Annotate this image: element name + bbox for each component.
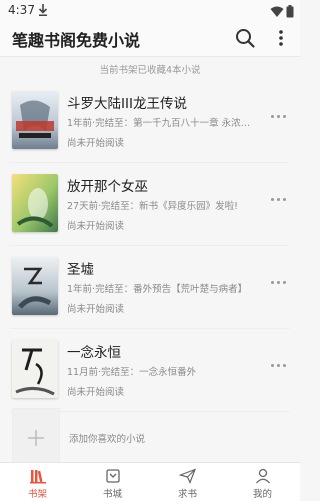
book-title: 一念永恒 (67, 345, 121, 361)
book-cover (12, 340, 58, 398)
nav-bookshelf[interactable]: 书架 (0, 463, 75, 501)
profile-icon (254, 468, 272, 484)
nav-label: 求书 (177, 489, 197, 500)
more-horizontal-icon[interactable] (268, 276, 288, 288)
book-update-info: 11月前·完结至：一念永恒番外 (67, 367, 197, 378)
book-item[interactable]: 一念永恒 11月前·完结至：一念永恒番外 尚未开始阅读 (10, 329, 290, 412)
search-icon[interactable] (234, 27, 256, 49)
add-book-label: 添加你喜欢的小说 (69, 434, 146, 445)
bookshelf-icon (29, 468, 47, 484)
nav-label: 书城 (102, 489, 122, 500)
send-icon (178, 468, 197, 485)
book-list: 斗罗大陆III龙王传说 1年前·完结至：第一千九百八十一章 永浓… 尚未开始阅读… (0, 80, 300, 412)
book-cover (12, 91, 58, 149)
nav-label: 书架 (27, 489, 47, 500)
book-cover (12, 257, 58, 315)
reading-status: 尚未开始阅读 (67, 138, 125, 149)
book-cover (12, 174, 58, 232)
nav-bookstore[interactable]: 书城 (75, 463, 150, 501)
reading-status: 尚未开始阅读 (67, 387, 125, 398)
book-title: 斗罗大陆III龙王传说 (67, 96, 187, 112)
book-item[interactable]: 斗罗大陆III龙王传说 1年前·完结至：第一千九百八十一章 永浓… 尚未开始阅读 (10, 80, 290, 163)
nav-profile[interactable]: 我的 (225, 463, 300, 501)
nav-label: 我的 (252, 489, 272, 500)
reading-status: 尚未开始阅读 (67, 304, 125, 315)
reading-status: 尚未开始阅读 (67, 221, 125, 232)
book-update-info: 1年前·完结至：番外预告【荒叶楚与病者】 (67, 284, 248, 295)
bookshelf-count-notice: 当前书架已收藏4本小说 (99, 65, 201, 76)
status-time: 4:37 (8, 3, 35, 17)
book-update-info: 1年前·完结至：第一千九百八十一章 永浓… (67, 118, 251, 129)
book-item[interactable]: 圣墟 1年前·完结至：番外预告【荒叶楚与病者】 尚未开始阅读 (10, 246, 290, 329)
book-update-info: 27天前·完结至：新书《异度乐园》发啦! (67, 201, 238, 212)
more-horizontal-icon[interactable] (268, 193, 288, 205)
book-title: 放开那个女巫 (67, 179, 148, 195)
book-item[interactable]: 放开那个女巫 27天前·完结至：新书《异度乐园》发啦! 尚未开始阅读 (10, 163, 290, 246)
status-bar: 4:37 (0, 0, 300, 20)
nav-request-book[interactable]: 求书 (150, 463, 225, 501)
bottom-nav: 书架 书城 求书 我的 (0, 462, 300, 501)
app-bar: 笔趣书阁免费小说 (0, 20, 300, 57)
add-icon (28, 430, 44, 446)
app-title: 笔趣书阁免费小说 (12, 31, 141, 50)
more-vertical-icon[interactable] (274, 27, 288, 49)
add-book-button[interactable] (12, 408, 60, 468)
book-title: 圣墟 (67, 262, 94, 278)
bookstore-icon (104, 468, 122, 484)
more-horizontal-icon[interactable] (268, 110, 288, 122)
more-horizontal-icon[interactable] (268, 359, 288, 371)
download-icon (38, 2, 48, 21)
